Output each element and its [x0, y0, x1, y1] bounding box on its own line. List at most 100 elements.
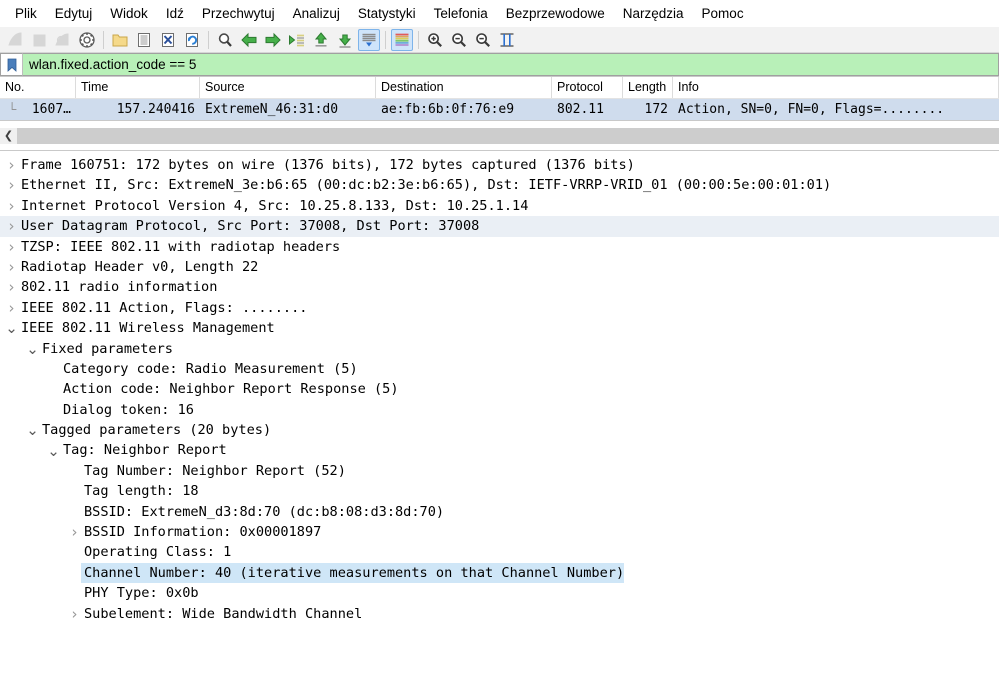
display-filter-input[interactable]: wlan.fixed.action_code == 5	[22, 53, 999, 76]
display-filter-value: wlan.fixed.action_code == 5	[29, 57, 197, 72]
chevron-right-icon[interactable]: ›	[5, 216, 18, 236]
menu-item-idź[interactable]: Idź	[157, 3, 193, 24]
close-file-icon[interactable]	[157, 29, 179, 51]
detail-tree-row[interactable]: Dialog token: 16	[0, 400, 999, 420]
chevron-right-icon[interactable]: ›	[5, 277, 18, 297]
detail-tree-label: Operating Class: 1	[84, 544, 232, 561]
reload-file-icon[interactable]	[181, 29, 203, 51]
menu-item-widok[interactable]: Widok	[101, 3, 157, 24]
resize-columns-icon[interactable]	[496, 29, 518, 51]
chevron-right-icon[interactable]: ›	[68, 522, 81, 542]
detail-tree-row[interactable]: Operating Class: 1	[0, 542, 999, 562]
start-capture-icon	[4, 29, 26, 51]
chevron-down-icon[interactable]: ⌄	[26, 341, 39, 356]
packet-list-header: No. Time Source Destination Protocol Length In…	[0, 77, 999, 99]
go-to-last-packet-icon[interactable]	[334, 29, 356, 51]
cell-protocol: 802.11	[557, 102, 604, 117]
chevron-right-icon[interactable]: ›	[5, 237, 18, 257]
go-back-icon[interactable]	[238, 29, 260, 51]
chevron-left-icon[interactable]: ❮	[0, 127, 17, 144]
chevron-right-icon[interactable]: ›	[5, 298, 18, 318]
menu-item-analizuj[interactable]: Analizuj	[284, 3, 349, 24]
detail-tree-label: Subelement: Wide Bandwidth Channel	[84, 605, 363, 622]
detail-tree-row[interactable]: ⌄ Tagged parameters (20 bytes)	[0, 420, 999, 440]
detail-tree-label: IEEE 802.11 Action, Flags: ........	[21, 299, 308, 316]
capture-options-icon[interactable]	[76, 29, 98, 51]
auto-scroll-icon[interactable]	[358, 28, 380, 51]
detail-tree-row[interactable]: › Internet Protocol Version 4, Src: 10.25…	[0, 196, 999, 216]
scrollbar-thumb[interactable]	[17, 127, 999, 144]
detail-tree-row[interactable]: ⌄ Tag: Neighbor Report	[0, 440, 999, 460]
detail-tree-label: Tag length: 18	[84, 483, 199, 500]
column-header-info[interactable]: Info	[673, 77, 999, 98]
detail-tree-row[interactable]: › Subelement: Wide Bandwidth Channel	[0, 604, 999, 624]
detail-tree-row[interactable]: › BSSID Information: 0x00001897	[0, 522, 999, 542]
toolbar-separator	[208, 30, 209, 49]
detail-tree-row[interactable]: Tag Number: Neighbor Report (52)	[0, 461, 999, 481]
detail-tree-row[interactable]: ⌄ Fixed parameters	[0, 339, 999, 359]
detail-tree-row[interactable]: ⌄ IEEE 802.11 Wireless Management	[0, 318, 999, 338]
detail-tree-label: User Datagram Protocol, Src Port: 37008,…	[21, 218, 480, 235]
cell-destination: ae:fb:6b:0f:76:e9	[381, 102, 515, 117]
cell-source: ExtremeN_46:31:d0	[205, 102, 339, 117]
menu-item-pomoc[interactable]: Pomoc	[693, 3, 753, 24]
chevron-down-icon[interactable]: ⌄	[47, 443, 60, 458]
chevron-down-icon[interactable]: ⌄	[26, 423, 39, 438]
chevron-down-icon[interactable]: ⌄	[5, 321, 18, 336]
detail-tree-label: Channel Number: 40 (iterative measuremen…	[81, 562, 625, 584]
zoom-in-icon[interactable]	[424, 29, 446, 51]
column-header-protocol[interactable]: Protocol	[552, 77, 623, 98]
table-row[interactable]: └ 1607… 157.240416 ExtremeN_46:31:d0 ae:fb:6…	[0, 99, 999, 120]
scrollbar-track[interactable]	[17, 127, 999, 144]
detail-tree-row[interactable]: › TZSP: IEEE 802.11 with radiotap headers	[0, 237, 999, 257]
chevron-right-icon[interactable]: ›	[5, 175, 18, 195]
column-header-source[interactable]: Source	[200, 77, 376, 98]
chevron-right-icon[interactable]: ›	[5, 155, 18, 175]
zoom-reset-icon[interactable]	[472, 29, 494, 51]
detail-tree-row[interactable]: Category code: Radio Measurement (5)	[0, 359, 999, 379]
chevron-right-icon[interactable]: ›	[5, 196, 18, 216]
column-header-length[interactable]: Length	[623, 77, 673, 98]
detail-tree-row[interactable]: › 802.11 radio information	[0, 277, 999, 297]
detail-tree-label: BSSID: ExtremeN_d3:8d:70 (dc:b8:08:d3:8d…	[84, 503, 445, 520]
chevron-right-icon[interactable]: ›	[68, 604, 81, 624]
menu-item-telefonia[interactable]: Telefonia	[425, 3, 497, 24]
save-file-icon[interactable]	[133, 29, 155, 51]
detail-tree-row[interactable]: › IEEE 802.11 Action, Flags: ........	[0, 298, 999, 318]
menu-item-narzędzia[interactable]: Narzędzia	[614, 3, 693, 24]
go-to-first-packet-icon[interactable]	[310, 29, 332, 51]
detail-tree-row[interactable]: BSSID: ExtremeN_d3:8d:70 (dc:b8:08:d3:8d…	[0, 502, 999, 522]
detail-tree-row[interactable]: Channel Number: 40 (iterative measuremen…	[0, 562, 999, 584]
display-filter-bar: wlan.fixed.action_code == 5	[0, 53, 999, 77]
detail-tree-row[interactable]: Action code: Neighbor Report Response (5…	[0, 379, 999, 399]
detail-tree-row[interactable]: › Radiotap Header v0, Length 22	[0, 257, 999, 277]
toolbar-separator	[418, 30, 419, 49]
toolbar-separator	[385, 30, 386, 49]
zoom-out-icon[interactable]	[448, 29, 470, 51]
menu-item-przechwytuj[interactable]: Przechwytuj	[193, 3, 284, 24]
menu-item-edytuj[interactable]: Edytuj	[46, 3, 102, 24]
go-to-packet-icon[interactable]	[286, 29, 308, 51]
menu-item-plik[interactable]: Plik	[6, 3, 46, 24]
detail-tree-row[interactable]: Tag length: 18	[0, 481, 999, 501]
horizontal-scrollbar[interactable]: ❮	[0, 127, 999, 144]
bookmark-glyph	[7, 58, 16, 72]
go-forward-icon[interactable]	[262, 29, 284, 51]
bookmark-icon[interactable]	[0, 53, 22, 76]
open-file-icon[interactable]	[109, 29, 131, 51]
find-packet-icon[interactable]	[214, 29, 236, 51]
colorize-packets-icon[interactable]	[391, 28, 413, 51]
detail-tree-row[interactable]: PHY Type: 0x0b	[0, 583, 999, 603]
column-header-time[interactable]: Time	[76, 77, 200, 98]
chevron-right-icon[interactable]: ›	[5, 257, 18, 277]
column-header-no[interactable]: No.	[0, 77, 76, 98]
detail-tree-row[interactable]: › Ethernet II, Src: ExtremeN_3e:b6:65 (00…	[0, 175, 999, 195]
detail-tree-row[interactable]: › User Datagram Protocol, Src Port: 37008…	[0, 216, 999, 237]
detail-tree-label: Ethernet II, Src: ExtremeN_3e:b6:65 (00:…	[21, 177, 832, 194]
menu-item-bezprzewodowe[interactable]: Bezprzewodowe	[497, 3, 614, 24]
detail-tree-label: Frame 160751: 172 bytes on wire (1376 bi…	[21, 157, 635, 173]
detail-tree-row[interactable]: › Frame 160751: 172 bytes on wire (1376 b…	[0, 155, 999, 175]
menu-item-statystyki[interactable]: Statystyki	[349, 3, 425, 24]
packet-details-pane: › Frame 160751: 172 bytes on wire (1376 b…	[0, 151, 999, 624]
column-header-destination[interactable]: Destination	[376, 77, 552, 98]
